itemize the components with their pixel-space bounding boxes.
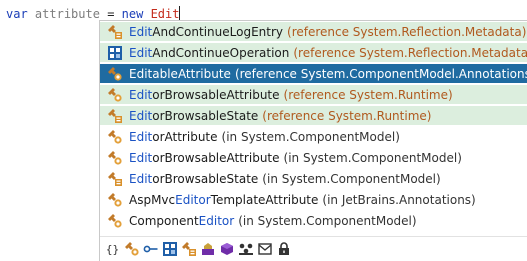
matched-text: Edit: [129, 87, 153, 102]
name-prefix: Component: [129, 213, 199, 228]
lock-filter-icon[interactable]: [275, 241, 292, 258]
completion-item-detail: (reference System.Runtime): [262, 108, 432, 123]
text-caret: [179, 6, 181, 20]
enum-filter-icon[interactable]: [180, 241, 197, 258]
completion-item-detail: (in System.ComponentModel): [221, 129, 400, 144]
matched-text: Edit: [129, 45, 153, 60]
matched-text: Edit: [129, 171, 153, 186]
completion-item-name: EditAndContinueLogEntry: [129, 25, 283, 39]
completion-item-name: EditorBrowsableState: [129, 172, 258, 186]
matched-text: Edit: [129, 66, 153, 81]
completion-item-detail: (in JetBrains.Annotations): [322, 192, 476, 207]
matched-text: Edit: [129, 150, 153, 165]
class-icon: [107, 150, 123, 166]
completion-item-detail: (in System.ComponentModel): [262, 171, 441, 186]
completion-item[interactable]: EditorBrowsableState (reference System.Ru…: [100, 106, 527, 125]
keyword-new: new: [121, 7, 144, 21]
typed-text: Edit: [150, 7, 180, 21]
class-icon: [107, 192, 123, 208]
completion-item-detail: (reference System.Reflection.Metadata): [293, 45, 527, 60]
matched-text: Edit: [129, 24, 153, 39]
completion-item-name: ComponentEditor: [129, 214, 234, 228]
completion-item[interactable]: EditorAttribute (in System.ComponentModel…: [100, 127, 527, 146]
completion-item-detail: (reference System.ComponentModel.Annotat…: [234, 66, 527, 81]
matched-text: Edit: [129, 129, 153, 144]
completion-item[interactable]: EditAndContinueOperation (reference Syste…: [100, 43, 527, 62]
name-suffix: orAttribute: [152, 129, 218, 144]
completion-item-name: EditableAttribute: [129, 67, 231, 81]
extension-filter-icon[interactable]: [237, 241, 254, 258]
delegate-filter-icon[interactable]: [199, 241, 216, 258]
class-icon: [107, 213, 123, 229]
completion-item[interactable]: EditorBrowsableAttribute (in System.Compo…: [100, 148, 527, 167]
name-suffix: orBrowsableAttribute: [152, 150, 280, 165]
struct-icon: [107, 45, 123, 61]
matched-text: Edit: [129, 108, 153, 123]
class-icon: [107, 66, 123, 82]
name-suffix: orBrowsableState: [152, 171, 259, 186]
completion-item-name: EditorBrowsableAttribute: [129, 151, 280, 165]
enum-icon: [107, 171, 123, 187]
completion-item-name: EditAndContinueOperation: [129, 46, 289, 60]
completion-item[interactable]: EditorBrowsableState (in System.Component…: [100, 169, 527, 188]
completion-item-detail: (reference System.Reflection.Metadata): [287, 24, 527, 39]
completion-item[interactable]: EditorBrowsableAttribute (reference Syste…: [100, 85, 527, 104]
name-suffix: orBrowsableAttribute: [152, 87, 280, 102]
completion-item-name: EditorAttribute: [129, 130, 218, 144]
event-filter-icon[interactable]: [256, 241, 273, 258]
name-suffix: ableAttribute: [152, 66, 231, 81]
completion-item[interactable]: ComponentEditor (in System.ComponentModel…: [100, 211, 527, 230]
completion-item-name: EditorBrowsableAttribute: [129, 88, 280, 102]
name-suffix: TemplateAttribute: [210, 192, 319, 207]
class-filter-icon[interactable]: [123, 241, 140, 258]
name-suffix: orBrowsableState: [152, 108, 259, 123]
enum-icon: [107, 108, 123, 124]
class-icon: [107, 87, 123, 103]
variable-identifier: attribute: [34, 7, 100, 21]
name-suffix: AndContinueLogEntry: [152, 24, 284, 39]
completion-item-detail: (in System.ComponentModel): [283, 150, 462, 165]
completion-item-detail: (reference System.Runtime): [283, 87, 453, 102]
completion-item[interactable]: EditableAttribute (reference System.Compo…: [100, 64, 527, 83]
module-filter-icon[interactable]: [218, 241, 235, 258]
completion-popup[interactable]: EditAndContinueLogEntry (reference System…: [99, 20, 527, 261]
matched-text: Editor: [175, 192, 211, 207]
struct-filter-icon[interactable]: [161, 241, 178, 258]
namespace-filter-icon[interactable]: {}: [104, 241, 121, 258]
keyword-var: var: [6, 7, 28, 21]
completion-filter-bar: {}: [100, 236, 527, 261]
completion-item-name: EditorBrowsableState: [129, 109, 258, 123]
name-prefix: AspMvc: [129, 192, 176, 207]
completion-item[interactable]: AspMvcEditorTemplateAttribute (in JetBrai…: [100, 190, 527, 209]
matched-text: Editor: [198, 213, 235, 228]
completion-list: EditAndContinueLogEntry (reference System…: [100, 21, 527, 253]
name-suffix: AndContinueOperation: [152, 45, 290, 60]
completion-item[interactable]: EditAndContinueLogEntry (reference System…: [100, 22, 527, 41]
completion-item-name: AspMvcEditorTemplateAttribute: [129, 193, 318, 207]
interface-filter-icon[interactable]: [142, 241, 159, 258]
completion-item-detail: (in System.ComponentModel): [238, 213, 417, 228]
class-icon: [107, 129, 123, 145]
enum-icon: [107, 24, 123, 40]
assignment-operator: =: [107, 7, 115, 21]
